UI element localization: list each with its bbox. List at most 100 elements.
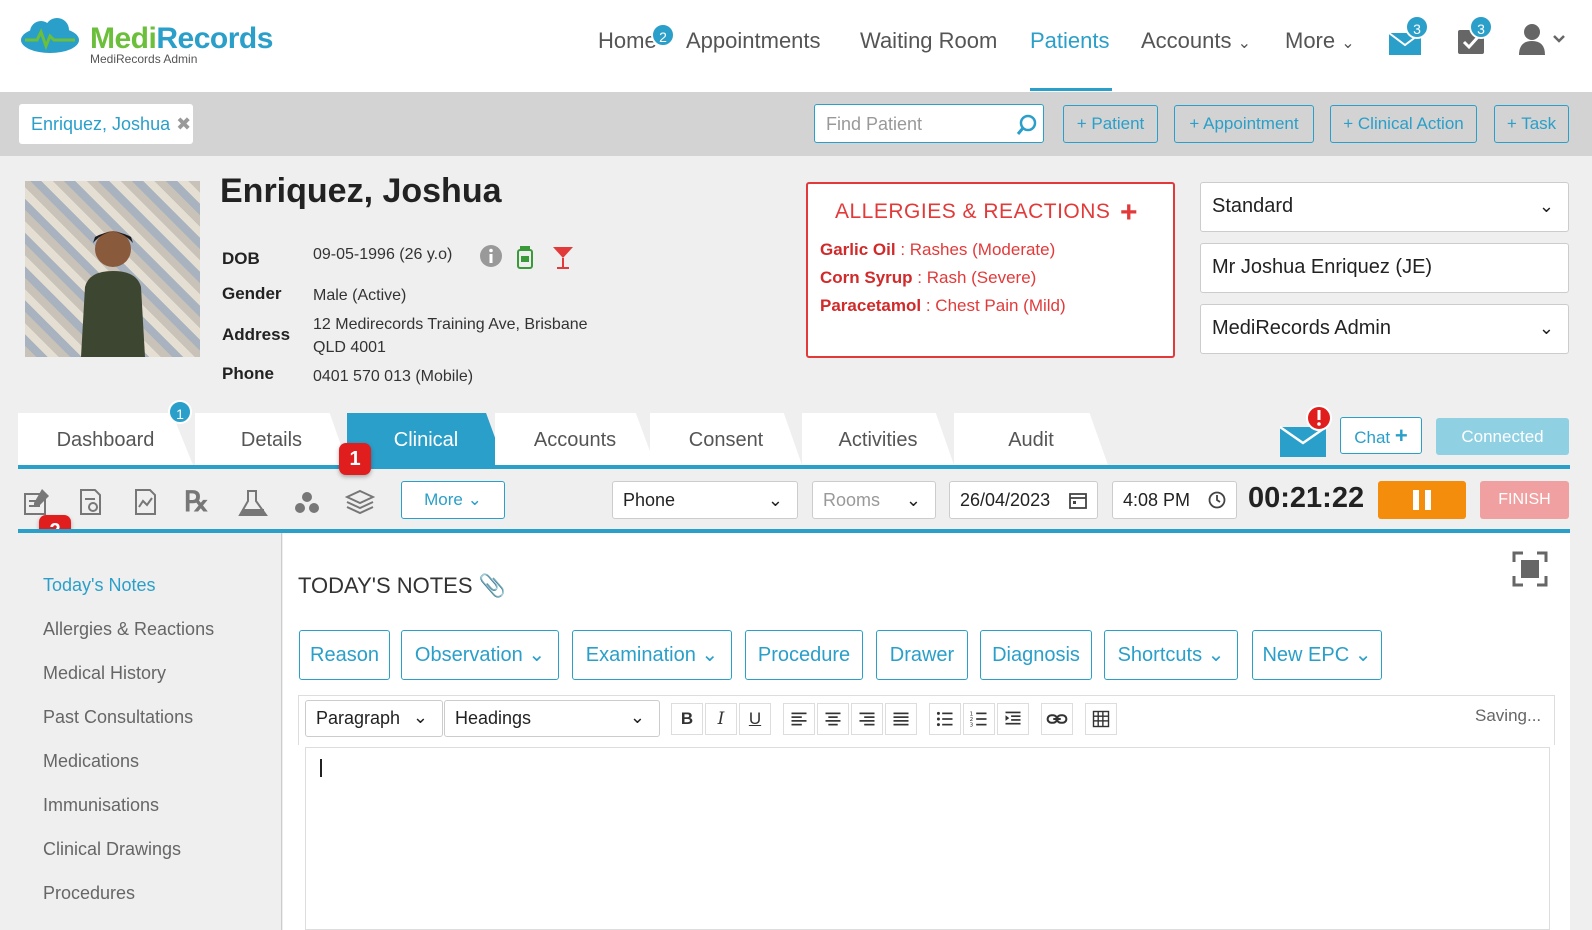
align-left-icon[interactable] <box>783 703 815 735</box>
phone-label: Phone <box>222 364 274 383</box>
chevron-down-icon: ⌄ <box>1341 35 1355 52</box>
notes-icon[interactable] <box>22 487 52 517</box>
patient-chip[interactable]: Enriquez, Joshua ✖ <box>19 104 193 144</box>
info-icon[interactable] <box>479 244 503 268</box>
new-epc-button[interactable]: New EPC ⌄ <box>1252 630 1382 680</box>
indent-icon[interactable] <box>997 703 1029 735</box>
observation-button[interactable]: Observation ⌄ <box>401 630 559 680</box>
consult-date-field[interactable]: 26/04/2023 <box>949 481 1098 519</box>
sidebar-item-clinical-drawings[interactable]: Clinical Drawings <box>43 839 181 860</box>
sidebar-item-medications[interactable]: Medications <box>43 751 139 772</box>
italic-button[interactable]: I <box>705 703 737 735</box>
brand-name[interactable]: MediRecords <box>90 22 273 56</box>
notes-editor-area[interactable] <box>305 747 1550 930</box>
chevron-down-icon: ⌄ <box>467 490 482 509</box>
tab-details[interactable]: Details <box>195 413 348 465</box>
find-patient-input[interactable]: Find Patient <box>814 104 1044 143</box>
align-justify-icon[interactable] <box>885 703 917 735</box>
add-clinical-action-button[interactable]: + Clinical Action <box>1330 105 1477 143</box>
sidebar-item-allergies[interactable]: Allergies & Reactions <box>43 619 214 640</box>
bullet-list-icon[interactable] <box>929 703 961 735</box>
pause-button[interactable] <box>1378 481 1466 519</box>
headings-select[interactable]: Headings ⌄ <box>444 700 660 737</box>
practitioner-select[interactable]: MediRecords Admin ⌄ <box>1200 304 1569 354</box>
tab-audit[interactable]: Audit <box>954 413 1108 465</box>
address-line2: QLD 4001 <box>313 339 386 356</box>
tab-bar-underline <box>18 465 1570 469</box>
sidebar-item-procedures[interactable]: Procedures <box>43 883 135 904</box>
paperclip-icon[interactable]: 📎 <box>479 573 506 598</box>
document-chart-icon[interactable] <box>130 487 160 517</box>
align-right-icon[interactable] <box>851 703 883 735</box>
medication-jar-icon[interactable] <box>515 244 535 270</box>
chevron-down-icon: ⌄ <box>1354 644 1372 666</box>
consult-time-field[interactable]: 4:08 PM <box>1112 481 1237 519</box>
search-icon[interactable] <box>1016 114 1038 136</box>
plus-icon: + <box>1394 423 1408 448</box>
tab-activities[interactable]: Activities <box>802 413 954 465</box>
template-select[interactable]: Standard ⌄ <box>1200 182 1569 232</box>
sidebar-item-past-consultations[interactable]: Past Consultations <box>43 707 193 728</box>
procedure-button[interactable]: Procedure <box>745 630 863 680</box>
tab-dashboard[interactable]: Dashboard <box>18 413 193 465</box>
nav-more[interactable]: More ⌄ <box>1285 28 1355 54</box>
dob-value: 09-05-1996 (26 y.o) <box>313 246 453 263</box>
consult-mode-select[interactable]: Phone ⌄ <box>612 481 798 519</box>
radiology-icon[interactable] <box>292 487 322 517</box>
lab-flask-icon[interactable] <box>236 487 270 517</box>
add-appointment-button[interactable]: + Appointment <box>1174 105 1314 143</box>
save-status: Saving... <box>1475 706 1542 725</box>
add-patient-button[interactable]: + Patient <box>1063 105 1158 143</box>
drawer-button[interactable]: Drawer <box>876 630 968 680</box>
layers-icon[interactable] <box>345 487 375 517</box>
table-icon[interactable] <box>1085 703 1117 735</box>
align-center-icon[interactable] <box>817 703 849 735</box>
fullscreen-icon[interactable] <box>1512 551 1548 587</box>
diagnosis-button[interactable]: Diagnosis <box>980 630 1092 680</box>
close-icon[interactable]: ✖ <box>176 114 191 134</box>
nav-appointments[interactable]: Appointments <box>686 28 821 54</box>
calendar-icon[interactable] <box>1069 491 1087 509</box>
alcohol-cocktail-icon[interactable] <box>551 244 575 270</box>
consult-timer: 00:21:22 <box>1248 482 1365 514</box>
nav-waiting-room[interactable]: Waiting Room <box>860 28 997 54</box>
chevron-down-icon: ⌄ <box>528 644 546 666</box>
report-icon[interactable] <box>75 487 105 517</box>
chevron-down-icon: ⌄ <box>1207 644 1225 666</box>
sidebar-item-medical-history[interactable]: Medical History <box>43 663 166 684</box>
allergy-item[interactable]: Paracetamol : Chest Pain (Mild) <box>820 296 1066 316</box>
patient-display-field[interactable]: Mr Joshua Enriquez (JE) <box>1200 243 1569 293</box>
tab-accounts[interactable]: Accounts <box>495 413 655 465</box>
nav-patients[interactable]: Patients <box>1030 28 1110 54</box>
user-avatar-icon[interactable] <box>1518 22 1568 56</box>
paragraph-select[interactable]: Paragraph ⌄ <box>305 700 443 737</box>
chevron-down-icon: ⌄ <box>412 707 428 727</box>
nav-home[interactable]: Home <box>598 28 657 54</box>
rooms-select[interactable]: Rooms ⌄ <box>812 481 936 519</box>
add-allergy-plus-icon[interactable]: + <box>1120 196 1138 230</box>
add-task-button[interactable]: + Task <box>1494 105 1569 143</box>
reason-button[interactable]: Reason <box>299 630 390 680</box>
underline-button[interactable]: U <box>739 703 771 735</box>
bold-button[interactable]: B <box>671 703 703 735</box>
sidebar-item-todays-notes[interactable]: Today's Notes <box>43 575 156 596</box>
mail-badge: 3 <box>1405 15 1429 39</box>
chat-button[interactable]: Chat + <box>1340 417 1422 454</box>
allergy-item[interactable]: Garlic Oil : Rashes (Moderate) <box>820 240 1055 260</box>
address-label: Address <box>222 325 291 344</box>
numbered-list-icon[interactable]: 123 <box>963 703 995 735</box>
shortcuts-button[interactable]: Shortcuts ⌄ <box>1104 630 1238 680</box>
connected-button[interactable]: Connected <box>1436 418 1569 455</box>
examination-button[interactable]: Examination ⌄ <box>572 630 732 680</box>
allergy-item[interactable]: Corn Syrup : Rash (Severe) <box>820 268 1036 288</box>
todays-notes-title: TODAY'S NOTES 📎 <box>298 573 507 598</box>
chevron-down-icon: ⌄ <box>1538 196 1554 216</box>
more-tools-button[interactable]: More ⌄ <box>401 481 505 519</box>
link-icon[interactable] <box>1041 703 1073 735</box>
sidebar-item-immunisations[interactable]: Immunisations <box>43 795 159 816</box>
nav-accounts[interactable]: Accounts ⌄ <box>1141 28 1251 54</box>
tab-consent[interactable]: Consent <box>650 413 802 465</box>
prescription-rx-icon[interactable]: ℞ <box>184 485 209 518</box>
finish-button[interactable]: FINISH <box>1480 481 1569 519</box>
clock-icon[interactable] <box>1208 491 1226 509</box>
